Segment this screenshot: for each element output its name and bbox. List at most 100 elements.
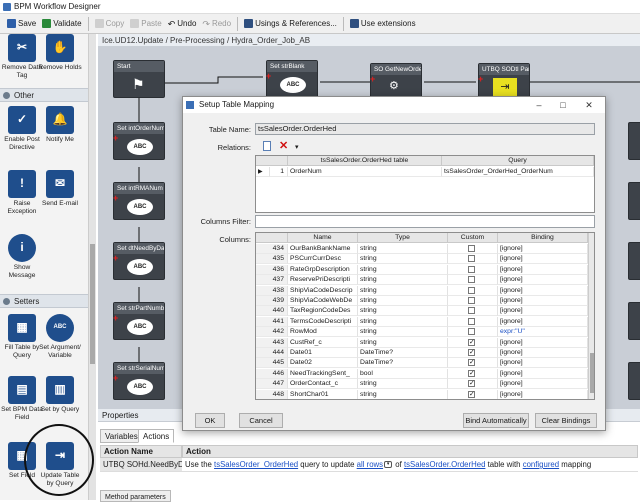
column-type-cell[interactable]: bool <box>358 368 448 379</box>
custom-checkbox[interactable]: ✓ <box>468 359 475 367</box>
relation-table-cell[interactable]: OrderNum <box>288 167 442 177</box>
column-name-cell[interactable]: RowMod <box>288 327 358 338</box>
column-type-cell[interactable]: string <box>358 379 448 390</box>
custom-checkbox[interactable] <box>468 317 475 325</box>
column-name-cell[interactable]: Date02 <box>288 358 358 369</box>
column-name-cell[interactable]: Date01 <box>288 348 358 358</box>
column-type-cell[interactable]: string <box>358 306 448 317</box>
relation-options-icon[interactable]: ▾ <box>295 143 299 151</box>
column-type-cell[interactable]: string <box>358 264 448 275</box>
copy-button[interactable]: Copy <box>92 16 128 32</box>
clear-bindings-button[interactable]: Clear Bindings <box>535 413 597 428</box>
column-binding-cell[interactable]: [ignore] <box>498 316 588 327</box>
tab-variables[interactable]: Variables <box>100 429 143 443</box>
notify-me-tool[interactable]: 🔔 Notify Me <box>38 106 82 144</box>
workflow-node[interactable]: Set strSerialNumb + ABC <box>113 362 165 400</box>
custom-checkbox[interactable]: ✓ <box>468 349 475 356</box>
workflow-node[interactable]: Set dtNeedByDate+ABC <box>113 242 165 280</box>
bind-automatically-button[interactable]: Bind Automatically <box>463 413 529 428</box>
column-name-cell[interactable]: OrderContact_c <box>288 379 358 390</box>
workflow-node[interactable] <box>628 362 640 400</box>
custom-checkbox[interactable] <box>468 245 475 252</box>
custom-checkbox[interactable] <box>468 265 475 273</box>
column-type-cell[interactable]: string <box>358 327 448 338</box>
show-message-tool[interactable]: i Show Message <box>0 234 44 279</box>
column-name-cell[interactable]: CustRef_c <box>288 337 358 348</box>
workflow-node[interactable] <box>628 302 640 340</box>
cancel-button[interactable]: Cancel <box>239 413 283 428</box>
column-name-cell[interactable]: OurBankBankName <box>288 244 358 254</box>
set-argument-variable-tool[interactable]: ABC Set Argument/ Variable <box>38 314 82 359</box>
column-binding-cell[interactable]: [ignore] <box>498 285 588 296</box>
column-type-cell[interactable]: string <box>358 296 448 306</box>
use-extensions-button[interactable]: Use extensions <box>347 16 419 32</box>
columns-scrollbar[interactable] <box>588 233 594 399</box>
custom-checkbox[interactable] <box>468 297 475 304</box>
custom-checkbox[interactable] <box>468 276 475 284</box>
minimize-button[interactable]: – <box>527 97 551 113</box>
validate-button[interactable]: Validate <box>39 16 84 32</box>
send-email-tool[interactable]: ✉ Send E-mail <box>38 170 82 208</box>
undo-button[interactable]: ↶ Undo <box>165 16 200 32</box>
column-name-cell[interactable]: PSCurrCurrDesc <box>288 254 358 265</box>
column-binding-cell[interactable]: [ignore] <box>498 358 588 369</box>
workflow-node[interactable]: Set strPartNumber+ABC <box>113 302 165 340</box>
columns-scrollbar-thumb[interactable] <box>590 353 594 393</box>
workflow-node[interactable] <box>628 242 640 280</box>
custom-checkbox[interactable]: ✓ <box>468 369 475 377</box>
query-link[interactable]: tsSalesOrder_OrderHed <box>214 460 298 469</box>
delete-relation-icon[interactable]: ✕ <box>279 139 288 152</box>
configured-mapping-link[interactable]: configured <box>523 460 559 469</box>
column-binding-cell[interactable]: [ignore] <box>498 254 588 265</box>
column-name-cell[interactable]: ShipViaCodeWebDe <box>288 296 358 306</box>
column-binding-cell[interactable]: [ignore] <box>498 389 588 399</box>
action-name-cell[interactable]: UTBQ SOHd.NeedByDate <box>100 458 182 472</box>
save-button[interactable]: Save <box>4 16 39 32</box>
custom-checkbox[interactable] <box>468 307 475 315</box>
palette-scrollbar[interactable] <box>88 34 96 500</box>
maximize-button[interactable]: □ <box>551 97 575 113</box>
column-name-cell[interactable]: ShipViaCodeDescrip <box>288 285 358 296</box>
tab-method-parameters[interactable]: Method parameters <box>100 490 171 502</box>
table-link[interactable]: tsSalesOrder.OrderHed <box>404 460 485 469</box>
column-binding-cell[interactable]: [ignore] <box>498 337 588 348</box>
column-binding-cell[interactable]: [ignore] <box>498 348 588 358</box>
all-rows-link[interactable]: all rows <box>357 460 383 469</box>
relation-query-cell[interactable]: tsSalesOrder_OrderHed_OrderNum <box>442 167 594 177</box>
close-button[interactable]: ✕ <box>577 97 601 113</box>
column-type-cell[interactable]: string <box>358 389 448 399</box>
custom-checkbox[interactable] <box>468 286 475 294</box>
custom-checkbox[interactable] <box>468 328 475 336</box>
remove-holds-tool[interactable]: ✋ Remove Holds <box>38 34 82 72</box>
workflow-node[interactable] <box>628 182 640 220</box>
column-binding-cell[interactable]: [ignore] <box>498 244 588 254</box>
redo-button[interactable]: ↷ Redo <box>199 16 234 32</box>
dropdown-icon[interactable]: ▾ <box>384 461 393 469</box>
action-description-cell[interactable]: Use the tsSalesOrder_OrderHed query to u… <box>182 458 638 472</box>
custom-checkbox[interactable]: ✓ <box>468 390 475 398</box>
ok-button[interactable]: OK <box>195 413 225 428</box>
workflow-node[interactable]: Set strBlank + ABC <box>266 60 318 98</box>
column-name-cell[interactable]: RateGrpDescription <box>288 264 358 275</box>
workflow-node[interactable]: Set intOrderNum + ABC <box>113 122 165 160</box>
column-name-cell[interactable]: TaxRegionCodeDes <box>288 306 358 317</box>
section-setters[interactable]: Setters <box>0 294 95 308</box>
column-name-cell[interactable]: TermsCodeDescripti <box>288 316 358 327</box>
column-binding-cell[interactable]: [ignore] <box>498 275 588 286</box>
column-type-cell[interactable]: DateTime? <box>358 348 448 358</box>
palette-scrollbar-thumb[interactable] <box>90 244 95 364</box>
column-binding-cell[interactable]: [ignore] <box>498 379 588 390</box>
column-type-cell[interactable]: string <box>358 337 448 348</box>
set-by-query-tool[interactable]: ▥ Set by Query <box>38 376 82 414</box>
column-type-cell[interactable]: DateTime? <box>358 358 448 369</box>
columns-filter-input[interactable] <box>255 215 595 228</box>
column-name-cell[interactable]: ShortChar01 <box>288 389 358 399</box>
row-selector-icon[interactable]: ▶ <box>256 167 270 177</box>
column-binding-cell[interactable]: [ignore] <box>498 296 588 306</box>
column-type-cell[interactable]: string <box>358 254 448 265</box>
custom-checkbox[interactable]: ✓ <box>468 338 475 346</box>
workflow-node[interactable]: Set intRMANum + ABC <box>113 182 165 220</box>
tab-actions[interactable]: Actions <box>138 429 175 443</box>
column-type-cell[interactable]: string <box>358 285 448 296</box>
workflow-node[interactable] <box>628 122 640 160</box>
